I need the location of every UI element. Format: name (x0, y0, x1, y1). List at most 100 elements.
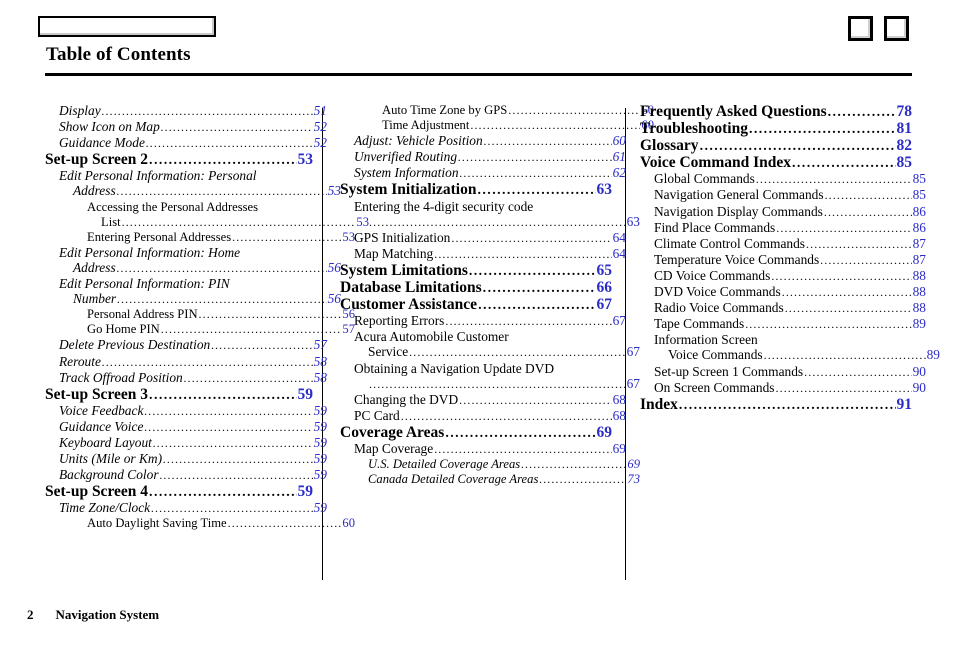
toc-entry[interactable]: Customer Assistance.....................… (340, 297, 612, 313)
toc-entry[interactable]: Global Commands.........................… (640, 171, 926, 187)
toc-entry[interactable]: U.S. Detailed Coverage Areas............… (340, 457, 640, 472)
toc-entry[interactable]: ........................................… (340, 214, 640, 230)
toc-entry[interactable]: Track Offroad Position..................… (45, 370, 327, 386)
toc-entry[interactable]: System Limitations......................… (340, 263, 612, 279)
toc-entry[interactable]: Database Limitations....................… (340, 280, 612, 296)
toc-entry-label-continued: Address (73, 259, 116, 275)
corner-marker-box-2 (884, 16, 909, 41)
toc-entry[interactable]: GPS Initialization......................… (340, 230, 626, 246)
toc-entry[interactable]: Time Adjustment.........................… (340, 118, 654, 133)
toc-entry[interactable]: Address.................................… (45, 183, 341, 199)
dot-leader: ........................................… (781, 285, 912, 300)
toc-entry[interactable]: Frequently Asked Questions..............… (640, 104, 912, 120)
toc-entry[interactable]: ........................................… (340, 376, 640, 392)
toc-entry-page-number: 89 (926, 347, 940, 363)
toc-entry[interactable]: Auto Time Zone by GPS...................… (340, 103, 654, 118)
toc-entry[interactable]: System Information......................… (340, 165, 626, 181)
toc-entry[interactable]: Personal Address PIN....................… (45, 307, 355, 322)
dot-leader: ........................................… (369, 376, 626, 391)
toc-entry[interactable]: Radio Voice Commands....................… (640, 300, 926, 316)
toc-entry[interactable]: Reroute.................................… (45, 354, 327, 370)
toc-entry-label: Coverage Areas (340, 423, 445, 441)
toc-entry-page-number: 88 (912, 300, 926, 316)
toc-entry[interactable]: Guidance Mode...........................… (45, 135, 327, 151)
toc-entry-label[interactable]: Entering the 4-digit security code (340, 199, 612, 214)
toc-entry-label[interactable]: Edit Personal Information: PIN (45, 276, 313, 291)
toc-entry[interactable]: Canada Detailed Coverage Areas..........… (340, 472, 640, 487)
toc-entry-label: Adjust: Vehicle Position (354, 133, 483, 149)
toc-entry-page-number: 90 (912, 363, 926, 379)
toc-entry-label[interactable]: Acura Automobile Customer (340, 329, 612, 344)
toc-entry-label: PC Card (354, 407, 400, 423)
toc-entry[interactable]: Entering Personal Addresses.............… (45, 230, 355, 245)
toc-entry[interactable]: Service.................................… (340, 344, 640, 360)
toc-entry-label: Entering Personal Addresses (87, 229, 232, 244)
toc-entry[interactable]: Troubleshooting.........................… (640, 121, 912, 137)
toc-entry[interactable]: Set-up Screen 1 Commands................… (640, 364, 926, 380)
toc-entry[interactable]: Time Zone/Clock.........................… (45, 500, 327, 516)
toc-entry[interactable]: Navigation General Commands.............… (640, 187, 926, 203)
toc-entry-page-number: 86 (912, 219, 926, 235)
toc-entry-label[interactable]: Information Screen (640, 332, 912, 347)
toc-entry[interactable]: Map Matching............................… (340, 246, 626, 262)
toc-entry-page-number: 52 (313, 119, 327, 135)
toc-entry[interactable]: Show Icon on Map........................… (45, 119, 327, 135)
toc-entry[interactable]: Set-up Screen 4.........................… (45, 484, 313, 500)
toc-entry[interactable]: Go Home PIN.............................… (45, 322, 355, 337)
toc-entry[interactable]: Voice Feedback..........................… (45, 403, 327, 419)
dot-leader: ........................................… (508, 103, 640, 117)
toc-entry[interactable]: Background Color........................… (45, 467, 327, 483)
dot-leader: ........................................… (145, 136, 313, 151)
toc-entry-label: System Information (354, 165, 459, 181)
dot-leader: ........................................… (445, 425, 596, 441)
toc-entry[interactable]: Reporting Errors........................… (340, 313, 626, 329)
toc-entry[interactable]: Number..................................… (45, 291, 341, 307)
toc-entry[interactable]: Changing the DVD........................… (340, 392, 626, 408)
toc-entry[interactable]: Tape Commands...........................… (640, 316, 926, 332)
toc-entry[interactable]: Find Place Commands.....................… (640, 220, 926, 236)
toc-entry-label[interactable]: Edit Personal Information: Home (45, 245, 313, 260)
toc-entry[interactable]: Index...................................… (640, 396, 912, 413)
toc-entry[interactable]: Climate Control Commands................… (640, 236, 926, 252)
toc-entry[interactable]: System Initialization...................… (340, 182, 612, 198)
toc-entry[interactable]: CD Voice Commands.......................… (640, 268, 926, 284)
toc-entry[interactable]: Address.................................… (45, 260, 341, 276)
toc-entry[interactable]: PC Card.................................… (340, 408, 626, 424)
dot-leader: ........................................… (149, 153, 297, 169)
toc-entry[interactable]: Glossary................................… (640, 138, 912, 154)
dot-leader: ........................................… (116, 184, 327, 199)
toc-entry[interactable]: Set-up Screen 2.........................… (45, 152, 313, 168)
toc-entry[interactable]: Units (Mile or Km)......................… (45, 451, 327, 467)
toc-entry[interactable]: Map Coverage............................… (340, 441, 626, 457)
toc-entry[interactable]: DVD Voice Commands......................… (640, 284, 926, 300)
toc-entry[interactable]: Voice Commands..........................… (640, 347, 940, 363)
toc-entry-label[interactable]: Edit Personal Information: Personal (45, 168, 313, 183)
toc-entry-label: Keyboard Layout (59, 434, 152, 450)
toc-entry[interactable]: Display.................................… (45, 103, 327, 119)
toc-entry-label: Go Home PIN (87, 322, 160, 337)
footer-document-title: Navigation System (55, 607, 160, 622)
toc-entry[interactable]: On Screen Commands......................… (640, 380, 926, 396)
toc-entry[interactable]: Temperature Voice Commands..............… (640, 252, 926, 268)
toc-entry-page-number: 82 (896, 137, 913, 155)
toc-entry[interactable]: Navigation Display Commands.............… (640, 204, 926, 220)
toc-entry[interactable]: Auto Daylight Saving Time...............… (45, 516, 355, 531)
toc-entry-label: Frequently Asked Questions (640, 103, 827, 120)
toc-entry[interactable]: Unverified Routing......................… (340, 149, 626, 165)
dot-leader: ........................................… (539, 472, 626, 487)
toc-entry-label[interactable]: Obtaining a Navigation Update DVD (340, 361, 612, 376)
toc-entry[interactable]: Voice Command Index.....................… (640, 155, 912, 171)
toc-entry[interactable]: Coverage Areas..........................… (340, 425, 612, 441)
toc-entry-label: Unverified Routing (354, 149, 458, 165)
toc-entry[interactable]: Set-up Screen 3.........................… (45, 386, 313, 403)
toc-entry[interactable]: Delete Previous Destination.............… (45, 337, 327, 353)
dot-leader: ........................................… (784, 301, 912, 316)
toc-entry[interactable]: Adjust: Vehicle Position................… (340, 133, 626, 149)
dot-leader: ........................................… (121, 214, 356, 229)
header-divider-rule (45, 73, 912, 76)
toc-entry[interactable]: List....................................… (45, 215, 369, 230)
toc-entry-label[interactable]: Accessing the Personal Addresses (45, 200, 313, 215)
toc-entry[interactable]: Keyboard Layout.........................… (45, 435, 327, 451)
dot-leader: ........................................… (792, 156, 896, 172)
toc-entry[interactable]: Guidance Voice..........................… (45, 419, 327, 435)
